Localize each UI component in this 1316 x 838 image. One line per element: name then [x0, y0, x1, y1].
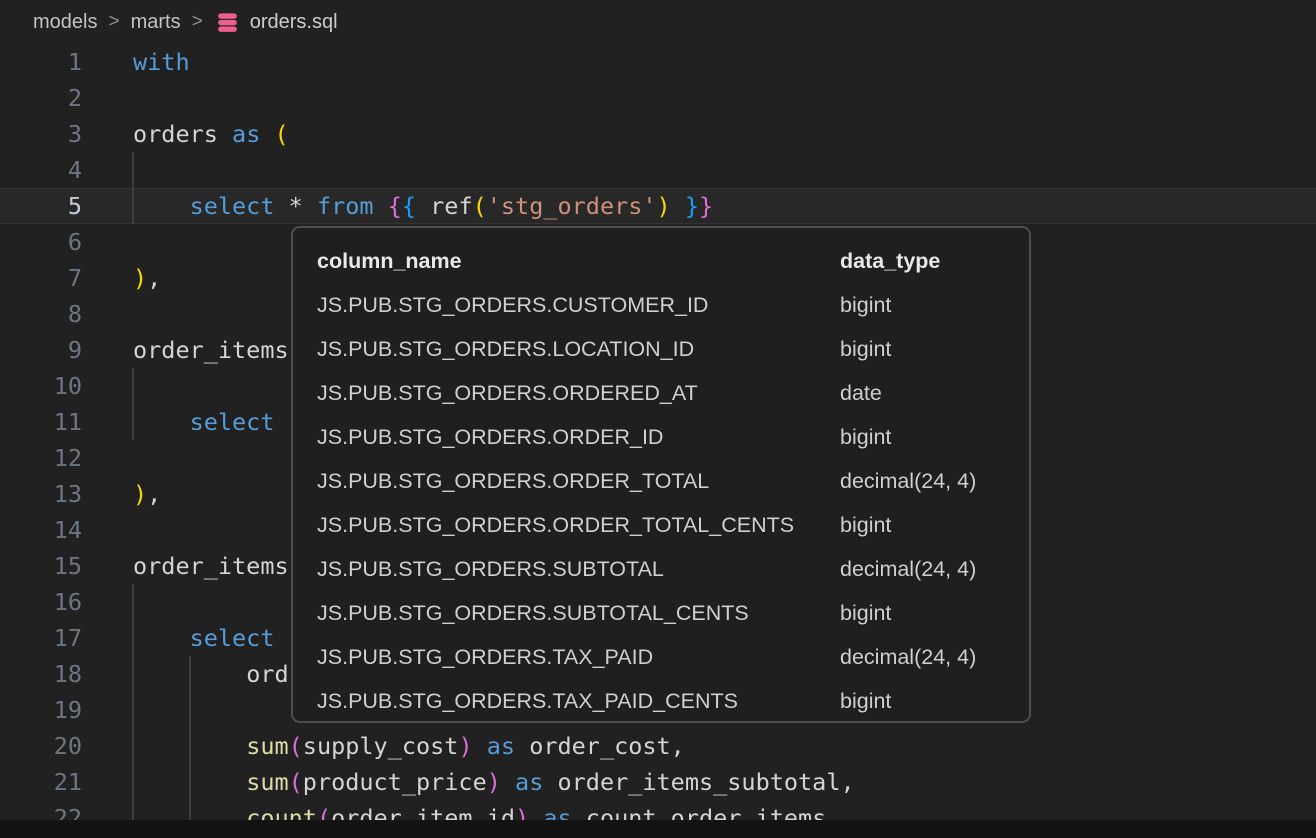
- column-name-cell: JS.PUB.STG_ORDERS.CUSTOMER_ID: [317, 293, 840, 318]
- column-name-cell: JS.PUB.STG_ORDERS.TAX_PAID: [317, 645, 840, 670]
- column-info-row: JS.PUB.STG_ORDERS.CUSTOMER_IDbigint: [293, 283, 1029, 327]
- data-type-cell: date: [840, 381, 1029, 406]
- code-text: ),: [133, 260, 161, 296]
- breadcrumb-item-file[interactable]: orders.sql: [214, 10, 338, 35]
- code-text: with: [133, 44, 190, 80]
- column-name-cell: JS.PUB.STG_ORDERS.TAX_PAID_CENTS: [317, 689, 840, 714]
- line-number[interactable]: 17: [0, 620, 82, 656]
- column-info-row: JS.PUB.STG_ORDERS.LOCATION_IDbigint: [293, 327, 1029, 371]
- data-type-cell: decimal(24, 4): [840, 557, 1029, 582]
- code-text: select * from {{ ref('stg_orders') }}: [133, 188, 713, 224]
- breadcrumb-separator-icon: >: [108, 11, 119, 33]
- code-text: select: [133, 404, 274, 440]
- file-name: orders.sql: [250, 11, 338, 34]
- code-line-1[interactable]: 1 with: [0, 44, 1316, 80]
- code-line-5[interactable]: 5 select * from {{ ref('stg_orders') }}: [0, 188, 1316, 224]
- data-type-header: data_type: [840, 249, 1029, 274]
- column-name-cell: JS.PUB.STG_ORDERS.ORDER_ID: [317, 425, 840, 450]
- line-number[interactable]: 18: [0, 656, 82, 692]
- line-number[interactable]: 2: [0, 80, 82, 116]
- code-text: sum(product_price) as order_items_subtot…: [133, 764, 855, 800]
- data-type-cell: bigint: [840, 689, 1029, 714]
- line-number[interactable]: 9: [0, 332, 82, 368]
- column-info-row: JS.PUB.STG_ORDERS.ORDER_IDbigint: [293, 415, 1029, 459]
- column-info-popup: column_name data_type JS.PUB.STG_ORDERS.…: [291, 226, 1031, 723]
- line-number[interactable]: 7: [0, 260, 82, 296]
- column-info-row: JS.PUB.STG_ORDERS.TAX_PAID_CENTSbigint: [293, 679, 1029, 723]
- column-name-cell: JS.PUB.STG_ORDERS.SUBTOTAL_CENTS: [317, 601, 840, 626]
- indent-guide: [189, 656, 191, 836]
- breadcrumb: models > marts > orders.sql: [0, 0, 1316, 44]
- line-number[interactable]: 6: [0, 224, 82, 260]
- code-text: select: [133, 620, 274, 656]
- line-number[interactable]: 13: [0, 476, 82, 512]
- data-type-cell: decimal(24, 4): [840, 645, 1029, 670]
- line-number[interactable]: 1: [0, 44, 82, 80]
- indent-guide: [132, 584, 134, 836]
- data-type-cell: bigint: [840, 601, 1029, 626]
- data-type-cell: bigint: [840, 293, 1029, 318]
- database-icon: [214, 10, 241, 35]
- column-name-header: column_name: [317, 249, 840, 274]
- code-text: ord: [133, 656, 289, 692]
- indent-guide: [132, 152, 134, 224]
- line-number[interactable]: 14: [0, 512, 82, 548]
- code-line-20[interactable]: 20 sum(supply_cost) as order_cost,: [0, 728, 1316, 764]
- indent-guide: [132, 368, 134, 440]
- column-info-header-row: column_name data_type: [293, 239, 1029, 283]
- column-name-cell: JS.PUB.STG_ORDERS.SUBTOTAL: [317, 557, 840, 582]
- code-text: orders as (: [133, 116, 289, 152]
- column-info-rows: JS.PUB.STG_ORDERS.CUSTOMER_IDbigintJS.PU…: [293, 283, 1029, 723]
- data-type-cell: bigint: [840, 513, 1029, 538]
- line-number[interactable]: 10: [0, 368, 82, 404]
- data-type-cell: bigint: [840, 337, 1029, 362]
- bottom-edge-strip: [0, 820, 1316, 838]
- column-info-row: JS.PUB.STG_ORDERS.ORDER_TOTALdecimal(24,…: [293, 459, 1029, 503]
- breadcrumb-item-models[interactable]: models: [33, 11, 97, 34]
- line-number[interactable]: 19: [0, 692, 82, 728]
- line-number[interactable]: 4: [0, 152, 82, 188]
- line-number[interactable]: 20: [0, 728, 82, 764]
- code-line-4[interactable]: 4: [0, 152, 1316, 188]
- column-info-row: JS.PUB.STG_ORDERS.SUBTOTAL_CENTSbigint: [293, 591, 1029, 635]
- column-name-cell: JS.PUB.STG_ORDERS.ORDERED_AT: [317, 381, 840, 406]
- column-name-cell: JS.PUB.STG_ORDERS.ORDER_TOTAL: [317, 469, 840, 494]
- code-line-3[interactable]: 3 orders as (: [0, 116, 1316, 152]
- column-info-row: JS.PUB.STG_ORDERS.ORDERED_ATdate: [293, 371, 1029, 415]
- breadcrumb-item-marts[interactable]: marts: [131, 11, 181, 34]
- line-number[interactable]: 15: [0, 548, 82, 584]
- code-text: order_items: [133, 332, 289, 368]
- data-type-cell: bigint: [840, 425, 1029, 450]
- line-number[interactable]: 3: [0, 116, 82, 152]
- line-number[interactable]: 16: [0, 584, 82, 620]
- code-line-2[interactable]: 2: [0, 80, 1316, 116]
- line-number[interactable]: 5: [0, 188, 82, 224]
- line-number[interactable]: 21: [0, 764, 82, 800]
- column-info-row: JS.PUB.STG_ORDERS.SUBTOTALdecimal(24, 4): [293, 547, 1029, 591]
- line-number[interactable]: 11: [0, 404, 82, 440]
- code-text: order_items: [133, 548, 289, 584]
- column-info-row: JS.PUB.STG_ORDERS.ORDER_TOTAL_CENTSbigin…: [293, 503, 1029, 547]
- line-number[interactable]: 8: [0, 296, 82, 332]
- line-number[interactable]: 12: [0, 440, 82, 476]
- code-line-21[interactable]: 21 sum(product_price) as order_items_sub…: [0, 764, 1316, 800]
- column-info-row: JS.PUB.STG_ORDERS.TAX_PAIDdecimal(24, 4): [293, 635, 1029, 679]
- column-name-cell: JS.PUB.STG_ORDERS.ORDER_TOTAL_CENTS: [317, 513, 840, 538]
- data-type-cell: decimal(24, 4): [840, 469, 1029, 494]
- code-text: sum(supply_cost) as order_cost,: [133, 728, 685, 764]
- column-name-cell: JS.PUB.STG_ORDERS.LOCATION_ID: [317, 337, 840, 362]
- code-text: ),: [133, 476, 161, 512]
- sql-editor-window: models > marts > orders.sql 1 with 23 order…: [0, 0, 1316, 838]
- breadcrumb-separator-icon: >: [192, 11, 203, 33]
